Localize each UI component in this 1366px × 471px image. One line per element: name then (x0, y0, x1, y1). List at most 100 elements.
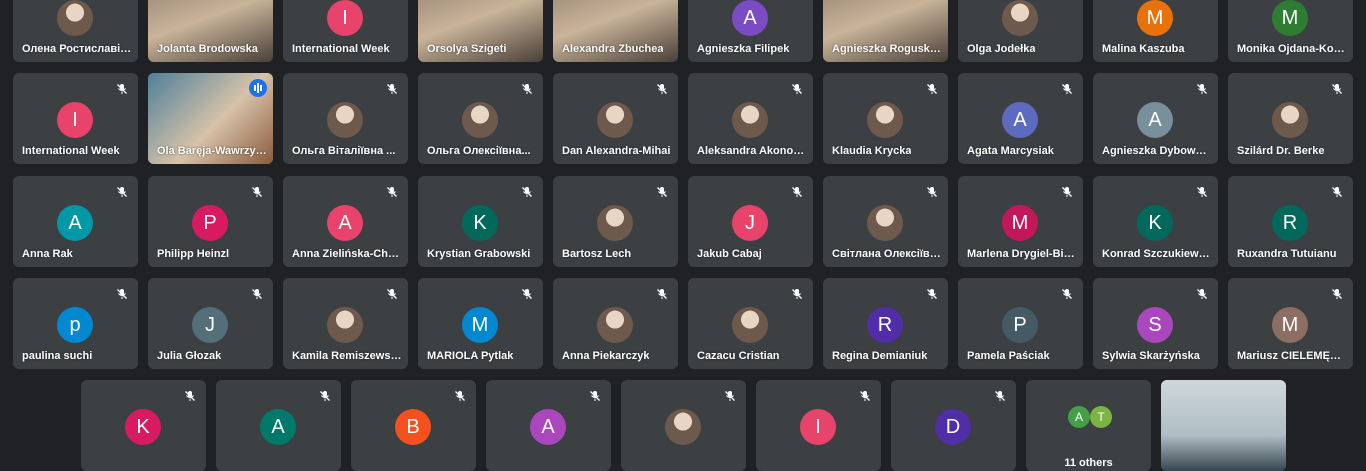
participant-name: Mariusz CIELEMĘCKI (1237, 350, 1347, 362)
participant-name: Dan Alexandra-Mihai (562, 145, 671, 157)
participant-tile[interactable]: p paulina suchi (13, 278, 138, 369)
mic-off-icon (455, 391, 465, 401)
participant-name: Olga Jodełka (967, 43, 1036, 55)
participant-tile[interactable]: Aleksandra Akonom… (688, 73, 813, 164)
participant-tile[interactable]: P Philipp Heinzl (148, 176, 273, 267)
participant-tile[interactable] (621, 380, 746, 471)
participant-tile[interactable]: Kamila Remiszewska (283, 278, 408, 369)
participant-tile[interactable]: P Pamela Paściak (958, 278, 1083, 369)
participant-tile[interactable]: B (351, 380, 476, 471)
participant-tile[interactable]: A T 11 others (1026, 380, 1151, 471)
participant-avatar: B (395, 409, 431, 445)
participant-tile[interactable]: Orsolya Szigeti (418, 0, 543, 62)
mic-off-icon (1332, 84, 1342, 94)
participant-tile[interactable]: Ola Baręja-Wawrzyniak (148, 73, 273, 164)
participant-tile[interactable]: Bartosz Lech (553, 176, 678, 267)
participant-tile[interactable]: A Anna Rak (13, 176, 138, 267)
participant-tile[interactable]: R Ruxandra Tutuianu (1228, 176, 1353, 267)
participant-name: Marlena Drygiel-Bielińska (967, 248, 1077, 260)
participant-tile[interactable]: Dan Alexandra-Mihai (553, 73, 678, 164)
participant-name: Cazacu Cristian (697, 350, 780, 362)
participant-tile[interactable]: Olga Jodełka (958, 0, 1083, 62)
participant-avatar: R (1272, 205, 1308, 241)
participant-tile[interactable]: Світлана Олексіївна (823, 176, 948, 267)
participant-name: Philipp Heinzl (157, 248, 230, 260)
participant-avatar: K (1137, 205, 1173, 241)
participant-tile[interactable]: M Marlena Drygiel-Bielińska (958, 176, 1083, 267)
participant-name: International Week (22, 145, 120, 157)
participant-tile[interactable]: A Anna Zielińska-Chmielewska (283, 176, 408, 267)
mic-off-icon (1332, 289, 1342, 299)
participant-tile[interactable] (1161, 380, 1286, 471)
participant-tile[interactable]: J Jakub Cabaj (688, 176, 813, 267)
participant-photo (597, 307, 633, 343)
mic-off-icon (1062, 289, 1072, 299)
participant-tile[interactable]: K Krystian Grabowski (418, 176, 543, 267)
participant-photo (57, 0, 93, 36)
mic-off-icon (387, 289, 397, 299)
others-avatar: T (1090, 406, 1112, 428)
participant-photo (732, 307, 768, 343)
participant-tile[interactable]: I International Week (283, 0, 408, 62)
participant-avatar: A (1137, 102, 1173, 138)
participant-name: Aleksandra Akonom… (697, 145, 807, 157)
participant-tile[interactable]: M Malina Kaszuba (1093, 0, 1218, 62)
participant-tile[interactable]: Ольга Олексіївна... (418, 73, 543, 164)
participant-avatar: S (1137, 307, 1173, 343)
mic-off-icon (792, 84, 802, 94)
participant-tile[interactable]: Олена Ростиславівна (13, 0, 138, 62)
participant-photo (1272, 102, 1308, 138)
participant-tile[interactable]: S Sylwia Skarżyńska (1093, 278, 1218, 369)
mic-off-icon (1062, 84, 1072, 94)
participant-tile[interactable]: I (756, 380, 881, 471)
participant-name: Bartosz Lech (562, 248, 632, 260)
participant-tile[interactable]: Alexandra Zbuchea (553, 0, 678, 62)
participant-tile[interactable]: D (891, 380, 1016, 471)
mic-off-icon (522, 84, 532, 94)
participant-video (1161, 380, 1286, 471)
participant-tile[interactable]: A Agnieszka Filipek (688, 0, 813, 62)
participant-name: Jakub Cabaj (697, 248, 762, 260)
participant-tile[interactable]: Szilárd Dr. Berke (1228, 73, 1353, 164)
participant-tile[interactable]: Klaudia Krycka (823, 73, 948, 164)
participant-tile[interactable]: K (81, 380, 206, 471)
participant-tile[interactable]: M Monika Ojdana-Kościuszko (1228, 0, 1353, 62)
participant-tile[interactable]: M MARIOLA Pytlak (418, 278, 543, 369)
participant-tile[interactable]: Cazacu Cristian (688, 278, 813, 369)
participant-tile[interactable]: A (216, 380, 341, 471)
participant-tile[interactable]: Agnieszka Rogusk… (823, 0, 948, 62)
participant-avatar: A (260, 409, 296, 445)
participant-tile[interactable]: K Konrad Szczukiewicz (1093, 176, 1218, 267)
participant-avatar: P (1002, 307, 1038, 343)
participant-tile[interactable]: A Agnieszka Dybowska (1093, 73, 1218, 164)
mic-off-icon (1197, 289, 1207, 299)
participant-tile[interactable]: A Agata Marcysiak (958, 73, 1083, 164)
participant-avatar: D (935, 409, 971, 445)
participant-tile[interactable]: Ольга Віталіївна ... (283, 73, 408, 164)
participant-tile[interactable]: R Regina Demianiuk (823, 278, 948, 369)
participant-photo (597, 205, 633, 241)
participant-avatar: M (1137, 0, 1173, 36)
participant-name: Ola Baręja-Wawrzyniak (157, 145, 267, 157)
mic-off-icon (320, 391, 330, 401)
mic-off-icon (387, 187, 397, 197)
mic-off-icon (117, 187, 127, 197)
participant-name: Krystian Grabowski (427, 248, 531, 260)
participant-name: Konrad Szczukiewicz (1102, 248, 1212, 260)
participant-photo (732, 102, 768, 138)
participant-avatar: A (732, 0, 768, 36)
participant-tile[interactable]: A (486, 380, 611, 471)
participant-avatar: J (192, 307, 228, 343)
participant-name: Orsolya Szigeti (427, 43, 507, 55)
participant-photo (597, 102, 633, 138)
participant-tile[interactable]: J Julia Głozak (148, 278, 273, 369)
participant-name: Agnieszka Rogusk… (832, 43, 941, 55)
mic-off-icon (185, 391, 195, 401)
participant-avatar: p (57, 307, 93, 343)
participant-tile[interactable]: Anna Piekarczyk (553, 278, 678, 369)
participant-tile[interactable]: M Mariusz CIELEMĘCKI (1228, 278, 1353, 369)
participant-tile[interactable]: Jolanta Brodowska (148, 0, 273, 62)
mic-off-icon (1332, 187, 1342, 197)
mic-off-icon (252, 289, 262, 299)
participant-tile[interactable]: I International Week (13, 73, 138, 164)
